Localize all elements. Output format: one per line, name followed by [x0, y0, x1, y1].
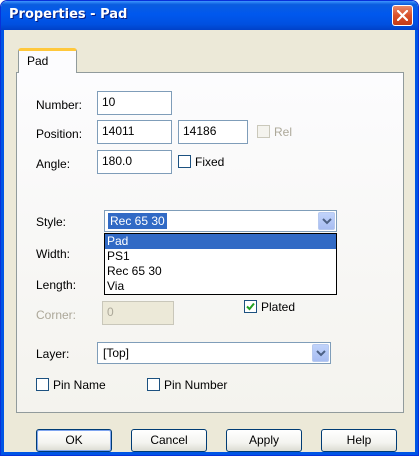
tab-pad[interactable]: Pad — [18, 48, 77, 73]
fixed-checkbox[interactable] — [178, 155, 191, 168]
angle-label: Angle: — [36, 157, 71, 171]
corner-value: 0 — [107, 305, 114, 319]
angle-value: 180.0 — [102, 154, 133, 168]
style-label: Style: — [36, 215, 67, 229]
layer-label: Layer: — [36, 347, 70, 361]
window-title: Properties - Pad — [9, 7, 128, 22]
pin-number-checkbox[interactable] — [147, 378, 160, 391]
help-button[interactable]: Help — [321, 429, 397, 452]
style-option-pad[interactable]: Pad — [105, 234, 336, 249]
corner-field[interactable]: 0 — [102, 301, 174, 325]
rel-checkbox[interactable] — [257, 125, 270, 138]
pin-name-checkbox[interactable] — [36, 378, 49, 391]
plated-checkbox[interactable] — [244, 300, 257, 313]
pin-name-label: Pin Name — [53, 378, 106, 392]
style-option-rec-65-30[interactable]: Rec 65 30 — [105, 264, 336, 279]
position-y-field[interactable]: 14186 — [178, 120, 248, 144]
style-dropdown-button[interactable] — [318, 212, 335, 230]
properties-dialog: Properties - Pad Pad Number: 10 Position… — [0, 0, 419, 456]
chevron-down-icon — [316, 350, 326, 357]
number-value: 10 — [102, 95, 116, 109]
corner-label: Corner: — [36, 308, 77, 322]
rel-label: Rel — [274, 125, 293, 139]
position-x-value: 14011 — [102, 124, 135, 138]
width-label: Width: — [36, 247, 71, 261]
length-label: Length: — [36, 278, 77, 292]
position-label: Position: — [36, 127, 83, 141]
style-dropdown[interactable]: Rec 65 30 — [104, 210, 337, 232]
apply-button[interactable]: Apply — [226, 429, 302, 452]
number-label: Number: — [36, 98, 83, 112]
tab-pad-label: Pad — [27, 54, 49, 68]
window-frame-left — [1, 30, 4, 455]
number-field[interactable]: 10 — [97, 91, 172, 115]
layer-dropdown-button[interactable] — [312, 344, 329, 362]
layer-selected-value: [Top] — [103, 346, 130, 360]
close-button[interactable] — [392, 5, 413, 26]
layer-dropdown[interactable]: [Top] — [97, 342, 331, 364]
style-options-list: Pad PS1 Rec 65 30 Via — [104, 233, 337, 295]
style-option-ps1[interactable]: PS1 — [105, 249, 336, 264]
fixed-label: Fixed — [195, 155, 225, 169]
cancel-button[interactable]: Cancel — [131, 429, 207, 452]
checkmark-icon — [246, 302, 255, 311]
angle-field[interactable]: 180.0 — [97, 150, 172, 174]
window-frame-bottom — [1, 452, 418, 455]
plated-label: Plated — [261, 300, 296, 314]
chevron-down-icon — [322, 218, 332, 225]
position-y-value: 14186 — [183, 124, 217, 138]
window-frame-right — [415, 30, 418, 455]
style-option-via[interactable]: Via — [105, 279, 336, 294]
ok-button[interactable]: OK — [36, 429, 112, 452]
close-icon — [397, 10, 408, 21]
style-selected-value: Rec 65 30 — [108, 213, 167, 229]
position-x-field[interactable]: 14011 — [97, 120, 172, 144]
pin-number-label: Pin Number — [164, 378, 228, 392]
title-bar[interactable]: Properties - Pad — [1, 1, 418, 30]
